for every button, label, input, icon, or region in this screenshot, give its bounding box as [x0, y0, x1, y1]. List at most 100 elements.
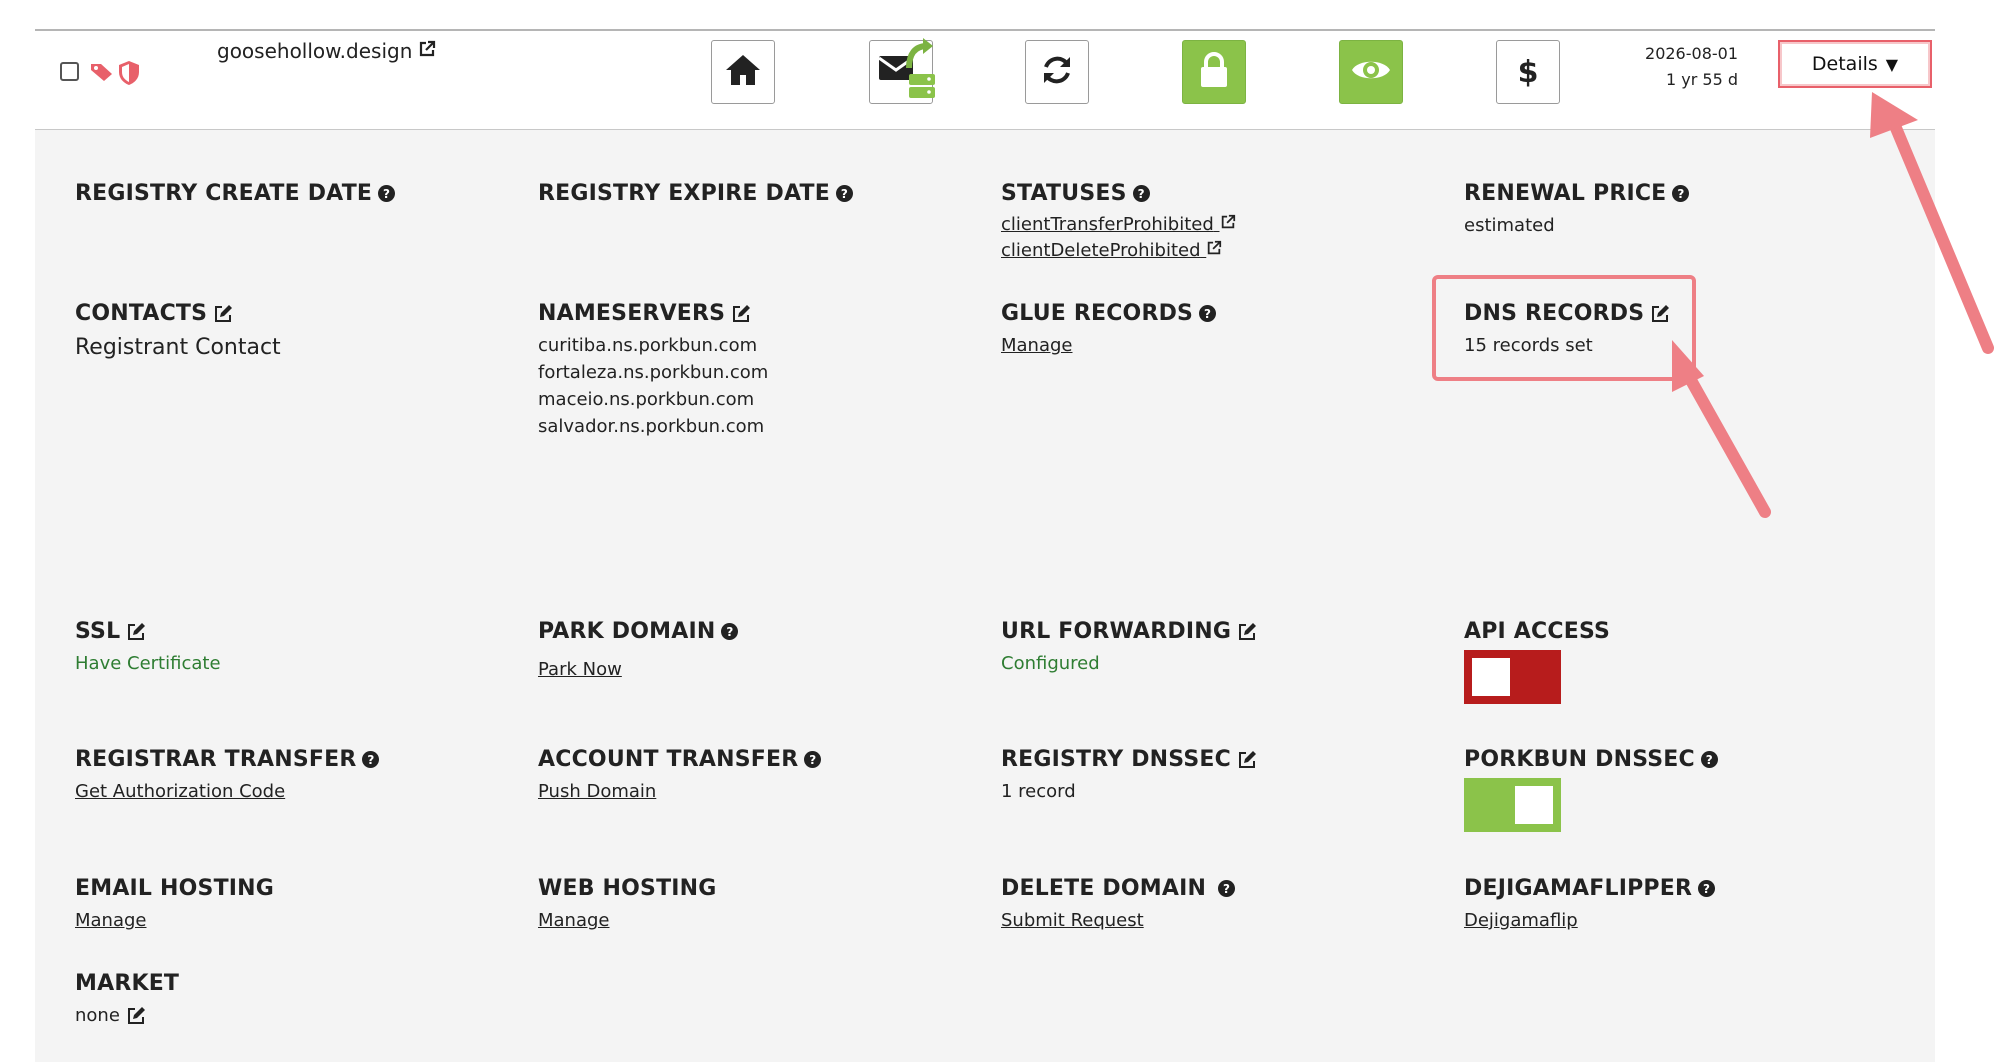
ssl: SSL Have Certificate	[75, 619, 221, 677]
ssl-label: SSL	[75, 619, 121, 644]
park-now-link[interactable]: Park Now	[538, 656, 738, 683]
url-forwarding-label: URL FORWARDING	[1001, 619, 1232, 644]
domain-name-text[interactable]: goosehollow.design	[217, 39, 412, 63]
contacts-value[interactable]: Registrant Contact	[75, 334, 281, 361]
tag-icon[interactable]	[90, 62, 114, 86]
contacts-label: CONTACTS	[75, 301, 208, 326]
web-hosting-manage-link[interactable]: Manage	[538, 907, 717, 934]
api-access-label: API ACCESS	[1464, 619, 1611, 644]
help-icon[interactable]: ?	[1199, 305, 1217, 322]
caret-down-icon: ▼	[1885, 54, 1899, 74]
dejigamaflip-link[interactable]: Dejigamaflip	[1464, 907, 1715, 934]
pricing-button[interactable]: $	[1496, 40, 1560, 104]
edit-icon[interactable]	[126, 622, 146, 642]
visibility-button[interactable]	[1339, 40, 1403, 104]
dejigamaflipper-label: DEJIGAMAFLIPPER	[1464, 876, 1693, 901]
api-access: API ACCESS	[1464, 619, 1610, 704]
edit-icon[interactable]	[1237, 750, 1257, 770]
url-forwarding: URL FORWARDING Configured	[1001, 619, 1257, 677]
registry-dnssec-value: 1 record	[1001, 781, 1076, 802]
glue-records: GLUE RECORDS? Manage	[1001, 301, 1217, 359]
ssl-value: Have Certificate	[75, 653, 221, 674]
lock-icon	[1198, 51, 1230, 93]
glue-records-manage-link[interactable]: Manage	[1001, 332, 1216, 359]
nameserver-item: fortaleza.ns.porkbun.com	[538, 362, 769, 383]
porkbun-dnssec-label: PORKBUN DNSSEC	[1464, 747, 1695, 772]
shield-icon[interactable]	[118, 60, 140, 90]
park-domain: PARK DOMAIN? Park Now	[538, 619, 739, 683]
help-icon[interactable]: ?	[1672, 185, 1690, 202]
help-icon[interactable]: ?	[1132, 185, 1150, 202]
dns-records-highlight-box	[1432, 275, 1696, 381]
api-access-toggle[interactable]	[1464, 650, 1561, 704]
porkbun-dnssec: PORKBUN DNSSEC?	[1464, 747, 1718, 832]
account-transfer: ACCOUNT TRANSFER? Push Domain	[538, 747, 822, 805]
porkbun-dnssec-toggle[interactable]	[1464, 778, 1561, 832]
registry-create-date-label: REGISTRY CREATE DATE	[75, 181, 373, 206]
contacts: CONTACTS Registrant Contact	[75, 301, 281, 361]
refresh-button[interactable]	[1025, 40, 1089, 104]
help-icon[interactable]: ?	[1218, 880, 1236, 897]
details-button-label: Details	[1811, 53, 1878, 75]
delete-domain: DELETE DOMAIN? Submit Request	[1001, 876, 1236, 934]
status-link-delete[interactable]: clientDeleteProhibited	[1001, 238, 1236, 264]
email-hosting-manage-link[interactable]: Manage	[75, 907, 274, 934]
glue-records-label: GLUE RECORDS	[1001, 301, 1194, 326]
email-hosting: EMAIL HOSTING Manage	[75, 876, 274, 934]
edit-icon[interactable]	[213, 304, 233, 324]
domain-name[interactable]: goosehollow.design	[217, 39, 436, 63]
external-link-icon[interactable]	[418, 39, 436, 63]
renewal-price-label: RENEWAL PRICE	[1464, 181, 1667, 206]
get-auth-code-link[interactable]: Get Authorization Code	[75, 778, 379, 805]
registry-expire-date-label: REGISTRY EXPIRE DATE	[538, 181, 830, 206]
account-transfer-label: ACCOUNT TRANSFER	[538, 747, 799, 772]
email-hosting-label: EMAIL HOSTING	[75, 876, 275, 901]
help-icon[interactable]: ?	[1700, 751, 1718, 768]
nameservers-label: NAMESERVERS	[538, 301, 726, 326]
help-icon[interactable]: ?	[1698, 880, 1716, 897]
nameserver-item: salvador.ns.porkbun.com	[538, 416, 765, 437]
url-forwarding-value: Configured	[1001, 653, 1100, 674]
web-hosting: WEB HOSTING Manage	[538, 876, 717, 934]
help-icon[interactable]: ?	[378, 185, 396, 202]
edit-icon[interactable]	[126, 1006, 146, 1026]
toggle-knob	[1472, 658, 1510, 696]
edit-icon[interactable]	[731, 304, 751, 324]
external-link-icon	[1208, 240, 1222, 255]
email-forward-button[interactable]	[869, 38, 935, 104]
web-hosting-label: WEB HOSTING	[538, 876, 717, 901]
details-button[interactable]: Details ▼	[1778, 40, 1932, 88]
market-value: none	[75, 1005, 120, 1026]
nameserver-item: maceio.ns.porkbun.com	[538, 389, 755, 410]
renewal-price-value: estimated	[1464, 215, 1555, 236]
help-icon[interactable]: ?	[721, 623, 739, 640]
external-link-icon	[1221, 214, 1235, 229]
lock-button[interactable]	[1182, 40, 1246, 104]
home-button[interactable]	[711, 40, 775, 104]
registrar-transfer: REGISTRAR TRANSFER? Get Authorization Co…	[75, 747, 380, 805]
renewal-price: RENEWAL PRICE? estimated	[1464, 181, 1690, 239]
status-link-transfer[interactable]: clientTransferProhibited	[1001, 212, 1236, 238]
help-icon[interactable]: ?	[835, 185, 853, 202]
submit-request-link[interactable]: Submit Request	[1001, 907, 1235, 934]
park-domain-label: PARK DOMAIN	[538, 619, 716, 644]
registry-expire-date: REGISTRY EXPIRE DATE?	[538, 181, 853, 206]
eye-icon	[1350, 55, 1392, 89]
statuses: STATUSES? clientTransferProhibited clien…	[1001, 181, 1236, 264]
refresh-icon	[1040, 53, 1074, 91]
help-icon[interactable]: ?	[362, 751, 380, 768]
registrar-transfer-label: REGISTRAR TRANSFER	[75, 747, 357, 772]
market: MARKET none	[75, 971, 179, 1029]
time-remaining: 1 yr 55 d	[1666, 70, 1738, 89]
help-icon[interactable]: ?	[804, 751, 822, 768]
push-domain-link[interactable]: Push Domain	[538, 778, 821, 805]
toggle-knob	[1515, 786, 1553, 824]
delete-domain-label: DELETE DOMAIN	[1001, 876, 1207, 901]
dejigamaflipper: DEJIGAMAFLIPPER? Dejigamaflip	[1464, 876, 1716, 934]
edit-icon[interactable]	[1237, 622, 1257, 642]
market-label: MARKET	[75, 971, 180, 996]
statuses-label: STATUSES	[1001, 181, 1127, 206]
select-checkbox[interactable]	[60, 62, 79, 81]
email-forward-icon	[865, 34, 937, 110]
nameserver-item: curitiba.ns.porkbun.com	[538, 335, 758, 356]
